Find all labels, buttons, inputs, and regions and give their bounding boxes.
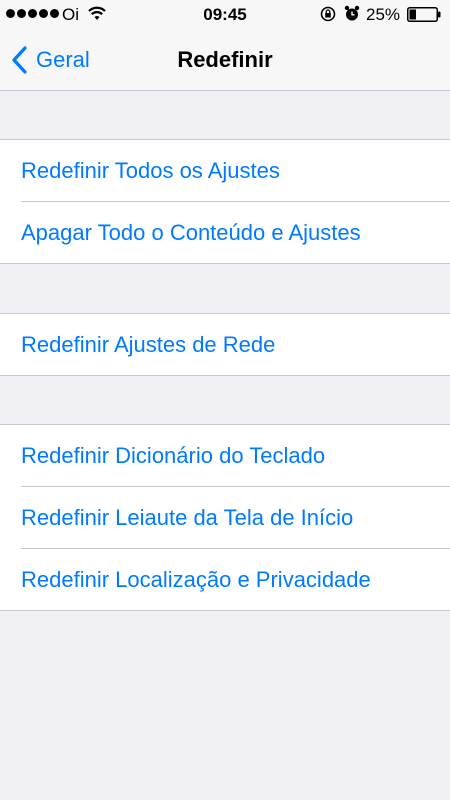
row-label: Redefinir Ajustes de Rede — [21, 331, 276, 357]
rotation-lock-icon — [320, 6, 336, 22]
battery-percent: 25% — [366, 5, 401, 24]
reset-network-settings-row[interactable]: Redefinir Ajustes de Rede — [0, 314, 450, 375]
reset-keyboard-dictionary-row[interactable]: Redefinir Dicionário do Teclado — [0, 425, 450, 486]
page-title: Redefinir — [177, 47, 273, 72]
reset-location-privacy-row[interactable]: Redefinir Localização e Privacidade — [0, 549, 450, 610]
row-label: Redefinir Dicionário do Teclado — [21, 442, 326, 468]
row-label: Redefinir Todos os Ajustes — [21, 157, 280, 183]
navigation-bar: Geral Redefinir — [0, 30, 450, 91]
erase-all-content-row[interactable]: Apagar Todo o Conteúdo e Ajustes — [0, 202, 450, 263]
row-label: Apagar Todo o Conteúdo e Ajustes — [21, 219, 361, 245]
alarm-icon — [344, 5, 360, 21]
settings-group-other: Redefinir Dicionário do Teclado Redefini… — [0, 424, 450, 611]
settings-group-network: Redefinir Ajustes de Rede — [0, 313, 450, 376]
reset-all-settings-row[interactable]: Redefinir Todos os Ajustes — [0, 140, 450, 201]
row-label: Redefinir Localização e Privacidade — [21, 566, 371, 592]
reset-home-screen-layout-row[interactable]: Redefinir Leiaute da Tela de Início — [0, 487, 450, 548]
row-label: Redefinir Leiaute da Tela de Início — [21, 504, 354, 530]
battery-icon — [407, 7, 441, 22]
settings-group-reset: Redefinir Todos os Ajustes Apagar Todo o… — [0, 139, 450, 264]
status-bar: Oi 09:45 25% — [0, 0, 450, 30]
